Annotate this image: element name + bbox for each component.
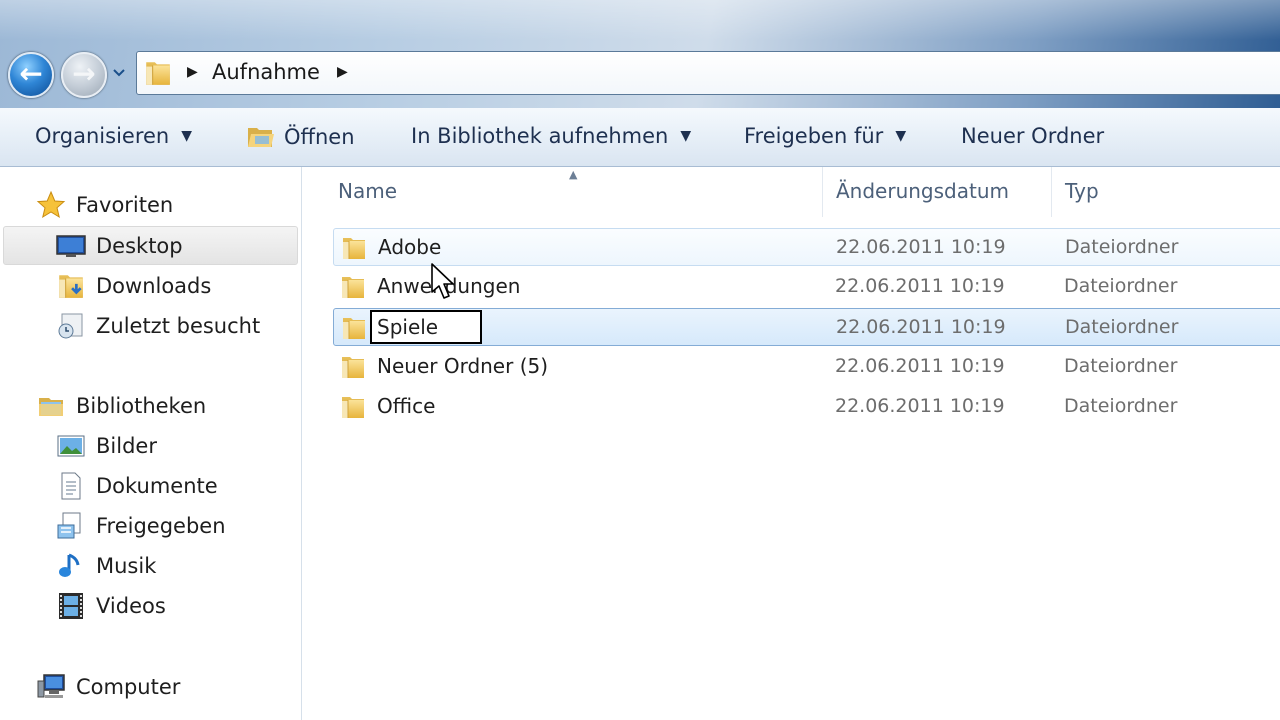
star-icon	[36, 190, 66, 220]
nav-item-label: Bilder	[96, 434, 157, 458]
nav-item-shared[interactable]: Freigegeben	[56, 507, 226, 545]
nav-favorites[interactable]: Favoriten	[36, 186, 173, 224]
file-name: Adobe	[378, 235, 442, 259]
breadcrumb-aufnahme[interactable]: Aufnahme	[212, 60, 320, 84]
nav-item-label: Downloads	[96, 274, 212, 298]
nav-item-label: Freigegeben	[96, 514, 226, 538]
forward-button[interactable]: →	[61, 52, 107, 98]
folder-icon	[339, 393, 367, 421]
caret-down-icon: ▼	[680, 128, 692, 144]
share-with-label: Freigeben für	[744, 124, 884, 148]
column-header-type[interactable]: Typ	[1065, 179, 1099, 203]
chevron-down-icon	[113, 69, 125, 77]
pictures-icon	[56, 431, 86, 461]
nav-item-label: Videos	[96, 594, 166, 618]
file-date: 22.06.2011 10:19	[835, 355, 1005, 377]
breadcrumb-separator-icon[interactable]: ▶	[337, 64, 348, 80]
organize-button[interactable]: Organisieren ▼	[35, 124, 192, 148]
nav-computer[interactable]: Computer	[36, 668, 180, 706]
nav-libraries[interactable]: Bibliotheken	[36, 387, 206, 425]
file-name: Neuer Ordner (5)	[377, 354, 549, 378]
file-type: Dateiordner	[1064, 355, 1178, 377]
column-header-name[interactable]: Name	[338, 179, 397, 203]
file-type: Dateiordner	[1064, 275, 1178, 297]
folder-icon	[340, 234, 368, 262]
file-row-spiele[interactable]: 22.06.2011 10:19 Dateiordner	[333, 308, 1280, 346]
file-type: Dateiordner	[1065, 236, 1179, 258]
shared-icon	[56, 511, 86, 541]
folder-icon	[339, 353, 367, 381]
nav-item-recent[interactable]: Zuletzt besucht	[56, 307, 260, 345]
libraries-icon	[36, 391, 66, 421]
nav-libraries-label: Bibliotheken	[76, 394, 207, 418]
file-date: 22.06.2011 10:19	[835, 395, 1005, 417]
recent-pages-dropdown[interactable]	[112, 66, 126, 80]
nav-item-label: Musik	[96, 554, 157, 578]
caret-down-icon: ▼	[181, 128, 193, 144]
address-bar[interactable]: ▶ Aufnahme ▶	[136, 51, 1280, 95]
mouse-pointer-icon	[431, 263, 454, 299]
desktop-icon	[56, 231, 86, 261]
new-folder-label: Neuer Ordner	[961, 124, 1105, 148]
open-folder-icon	[248, 128, 274, 147]
nav-computer-label: Computer	[76, 675, 181, 699]
nav-item-label: Desktop	[96, 234, 183, 258]
open-button[interactable]: Öffnen	[246, 124, 355, 150]
nav-item-pictures[interactable]: Bilder	[56, 427, 157, 465]
rename-input[interactable]	[370, 310, 482, 344]
music-icon	[56, 551, 86, 581]
nav-item-music[interactable]: Musik	[56, 547, 156, 585]
new-folder-button[interactable]: Neuer Ordner	[961, 124, 1104, 148]
nav-item-downloads[interactable]: Downloads	[56, 267, 211, 305]
file-name: Office	[377, 394, 436, 418]
file-row-anwendungen[interactable]: Anwendungen 22.06.2011 10:19 Dateiordner	[333, 268, 1280, 306]
folder-icon	[143, 58, 173, 88]
downloads-folder-icon	[56, 271, 86, 301]
nav-favorites-label: Favoriten	[76, 193, 174, 217]
column-header-date[interactable]: Änderungsdatum	[836, 179, 1009, 203]
arrow-right-icon: →	[72, 56, 96, 90]
organize-label: Organisieren	[35, 124, 170, 148]
nav-item-label: Zuletzt besucht	[96, 314, 261, 338]
add-to-library-label: In Bibliothek aufnehmen	[411, 124, 669, 148]
nav-item-label: Dokumente	[96, 474, 218, 498]
file-list: Name ▲ Änderungsdatum Typ Adobe 22.06.20…	[303, 167, 1280, 720]
share-with-button[interactable]: Freigeben für ▼	[744, 124, 906, 148]
file-date: 22.06.2011 10:19	[835, 275, 1005, 297]
arrow-left-icon: ←	[19, 56, 43, 90]
breadcrumb-separator-icon[interactable]: ▶	[187, 64, 198, 80]
caret-down-icon: ▼	[895, 128, 907, 144]
recent-places-icon	[56, 311, 86, 341]
sort-ascending-icon: ▲	[569, 168, 578, 181]
file-date: 22.06.2011 10:19	[836, 236, 1006, 258]
computer-icon	[36, 672, 66, 702]
open-label: Öffnen	[284, 125, 355, 149]
file-row-office[interactable]: Office 22.06.2011 10:19 Dateiordner	[333, 388, 1280, 426]
nav-item-documents[interactable]: Dokumente	[56, 467, 218, 505]
navigation-pane: Favoriten Desktop Downloads Zuletzt besu…	[0, 167, 302, 720]
folder-icon	[339, 273, 367, 301]
nav-item-videos[interactable]: Videos	[56, 587, 166, 625]
back-button[interactable]: ←	[8, 52, 54, 98]
documents-icon	[56, 471, 86, 501]
file-date: 22.06.2011 10:19	[836, 316, 1006, 338]
nav-item-desktop[interactable]: Desktop	[56, 227, 183, 265]
column-divider[interactable]	[1051, 167, 1052, 217]
file-type: Dateiordner	[1065, 316, 1179, 338]
file-row-neuer-ordner[interactable]: Neuer Ordner (5) 22.06.2011 10:19 Dateio…	[333, 348, 1280, 386]
folder-icon	[340, 314, 368, 342]
command-bar: Organisieren ▼ Öffnen In Bibliothek aufn…	[0, 108, 1280, 167]
column-divider[interactable]	[822, 167, 823, 217]
window-titlebar: ← → ▶ Aufnahme ▶	[0, 0, 1280, 108]
videos-icon	[56, 591, 86, 621]
file-type: Dateiordner	[1064, 395, 1178, 417]
add-to-library-button[interactable]: In Bibliothek aufnehmen ▼	[411, 124, 691, 148]
file-row-adobe[interactable]: Adobe 22.06.2011 10:19 Dateiordner	[333, 228, 1280, 266]
